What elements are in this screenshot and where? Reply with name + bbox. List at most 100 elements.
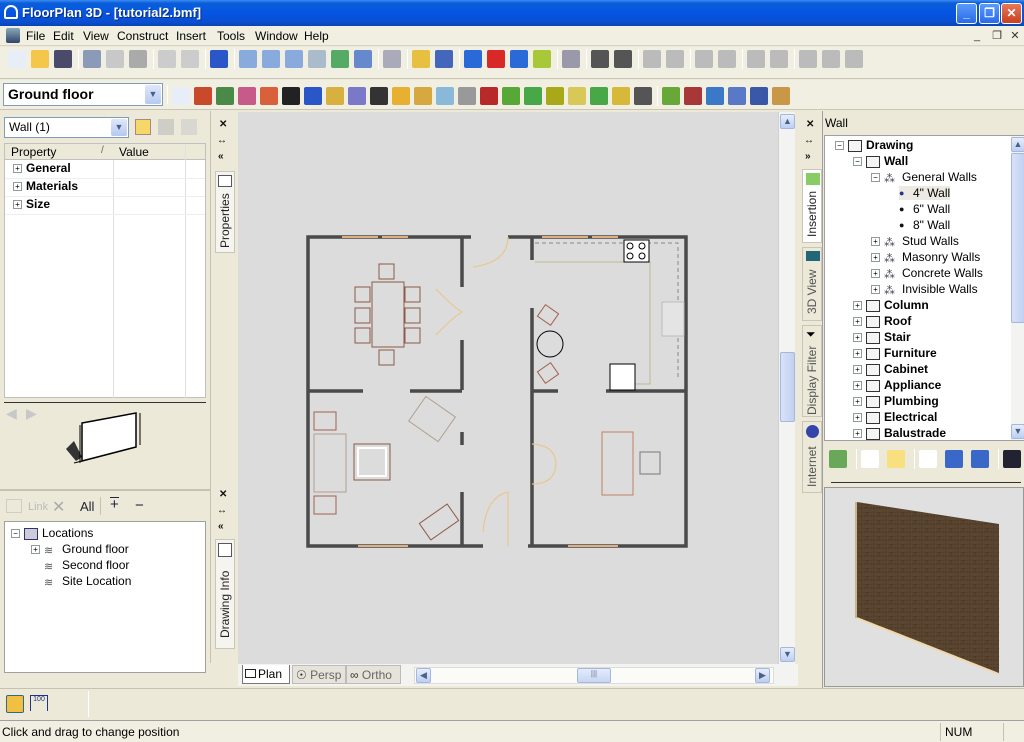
- scroll-down-button[interactable]: ▼: [780, 647, 795, 662]
- resize-panel-icon[interactable]: ↔: [217, 505, 227, 516]
- copy-icon[interactable]: [106, 50, 124, 68]
- mdi-restore-button[interactable]: ❐: [990, 29, 1004, 43]
- tree-item-balustrade[interactable]: + Balustrade: [853, 426, 946, 440]
- resize-panel-icon[interactable]: ↔: [217, 135, 227, 146]
- stair-icon[interactable]: [282, 87, 300, 105]
- close-panel-icon[interactable]: ✕: [219, 489, 227, 500]
- menu-edit[interactable]: Edit: [53, 29, 74, 43]
- collapse-panel-icon[interactable]: »: [805, 151, 811, 162]
- tree-item-ground-floor[interactable]: + ≋ Ground floor: [31, 542, 129, 557]
- close-panel-icon[interactable]: ✕: [219, 119, 227, 130]
- align-left-icon[interactable]: [643, 50, 661, 68]
- collapse-panel-icon[interactable]: «: [218, 151, 224, 162]
- expand-icon[interactable]: +: [871, 269, 880, 279]
- save-group-icon[interactable]: [591, 50, 609, 68]
- list-icon[interactable]: [510, 50, 528, 68]
- tree-item-stud-walls[interactable]: + ⁂ Stud Walls: [871, 234, 959, 249]
- expand-icon[interactable]: +: [853, 413, 862, 423]
- tree-item-general-walls[interactable]: − ⁂ General Walls: [871, 170, 977, 185]
- fixture-icon[interactable]: [458, 87, 476, 105]
- restore-button[interactable]: ❐: [979, 3, 1000, 24]
- survey-icon[interactable]: [370, 87, 388, 105]
- align-right-icon[interactable]: [666, 50, 684, 68]
- tree-item-masonry-walls[interactable]: + ⁂ Masonry Walls: [871, 250, 980, 265]
- tree-item-6-wall[interactable]: ● 6" Wall: [899, 202, 950, 216]
- terrain-icon[interactable]: [662, 87, 680, 105]
- property-group-size[interactable]: + Size: [5, 197, 205, 215]
- expand-icon[interactable]: +: [871, 285, 880, 295]
- new-icon[interactable]: [8, 50, 26, 68]
- expand-icon[interactable]: +: [871, 253, 880, 263]
- floor-levels-icon[interactable]: [412, 50, 430, 68]
- scroll-up-button[interactable]: ▲: [780, 114, 795, 129]
- furniture-icon[interactable]: [502, 87, 520, 105]
- preview-next-icon[interactable]: ▶: [26, 405, 37, 422]
- ramp-icon[interactable]: [524, 87, 542, 105]
- floor-levels-icon[interactable]: [6, 695, 24, 713]
- tab-ortho[interactable]: ∞ Ortho: [346, 665, 401, 684]
- menu-window[interactable]: Window: [255, 29, 298, 43]
- zoom-window-icon[interactable]: [285, 50, 303, 68]
- mdi-close-button[interactable]: ✕: [1008, 29, 1022, 43]
- tree-scrollbar[interactable]: ▲ ▼: [1011, 136, 1024, 440]
- collapse-icon[interactable]: −: [853, 157, 862, 167]
- tree-item-site-location[interactable]: ≋ Site Location: [44, 574, 131, 589]
- dimension-icon[interactable]: [435, 50, 453, 68]
- railing-icon[interactable]: [348, 87, 366, 105]
- gate-icon[interactable]: [612, 87, 630, 105]
- wall-layers-icon[interactable]: [829, 450, 847, 468]
- scroll-up-button[interactable]: ▲: [1011, 137, 1024, 152]
- window-icon[interactable]: [238, 87, 256, 105]
- roof-icon[interactable]: [260, 87, 278, 105]
- expand-icon[interactable]: +: [853, 301, 862, 311]
- scroll-down-button[interactable]: ▼: [1011, 424, 1024, 439]
- menu-construct[interactable]: Construct: [117, 29, 168, 43]
- expand-icon[interactable]: +: [853, 349, 862, 359]
- object-select[interactable]: Wall (1) ▼: [4, 117, 129, 138]
- select-icon[interactable]: [172, 87, 190, 105]
- sign-icon[interactable]: [546, 87, 564, 105]
- tree-list-icon[interactable]: [971, 450, 989, 468]
- horizontal-scroll-thumb[interactable]: |||: [577, 668, 611, 683]
- item-icon[interactable]: [919, 450, 937, 468]
- minimize-button[interactable]: _: [956, 3, 977, 24]
- collapse-icon[interactable]: −: [871, 173, 880, 183]
- plumbing-icon[interactable]: [436, 87, 454, 105]
- expand-icon[interactable]: +: [871, 237, 880, 247]
- zoom-in-icon[interactable]: [239, 50, 257, 68]
- tab-3d-view[interactable]: 3D View: [802, 247, 822, 321]
- redo-icon[interactable]: [181, 50, 199, 68]
- cabinet-icon[interactable]: [392, 87, 410, 105]
- zoom-out-icon[interactable]: [262, 50, 280, 68]
- tree-item-drawing[interactable]: − Drawing: [835, 138, 913, 152]
- dimension-icon[interactable]: 100: [30, 695, 48, 711]
- floor-select[interactable]: Ground floor ▼: [3, 83, 163, 106]
- expand-icon[interactable]: +: [31, 545, 40, 555]
- expand-icon[interactable]: +: [13, 182, 22, 192]
- undo-icon[interactable]: [158, 50, 176, 68]
- tab-plan[interactable]: Plan: [242, 665, 290, 684]
- tree-item-invisible-walls[interactable]: + ⁂ Invisible Walls: [871, 282, 978, 297]
- column-icon[interactable]: [304, 87, 322, 105]
- expand-icon[interactable]: +: [853, 397, 862, 407]
- align-top-icon[interactable]: [695, 50, 713, 68]
- eraser-icon[interactable]: [487, 50, 505, 68]
- vertical-scroll-thumb[interactable]: [780, 352, 795, 422]
- expand-icon[interactable]: +: [853, 381, 862, 391]
- door-icon[interactable]: [216, 87, 234, 105]
- grid-icon[interactable]: [562, 50, 580, 68]
- help-icon[interactable]: [210, 50, 228, 68]
- fireplace-icon[interactable]: [480, 87, 498, 105]
- menu-insert[interactable]: Insert: [176, 29, 206, 43]
- remove-level-button[interactable]: −: [135, 497, 144, 514]
- all-button[interactable]: All: [80, 499, 94, 514]
- tree-item-appliance[interactable]: + Appliance: [853, 378, 941, 392]
- table-icon[interactable]: [772, 87, 790, 105]
- distribute-bottom-icon[interactable]: [845, 50, 863, 68]
- tab-drawing-info[interactable]: Drawing Info: [215, 539, 235, 649]
- menu-view[interactable]: View: [83, 29, 109, 43]
- close-button[interactable]: ✕: [1001, 3, 1022, 24]
- distribute-center-icon[interactable]: [822, 50, 840, 68]
- tree-item-8-wall[interactable]: ● 8" Wall: [899, 218, 950, 232]
- hand-icon[interactable]: [383, 50, 401, 68]
